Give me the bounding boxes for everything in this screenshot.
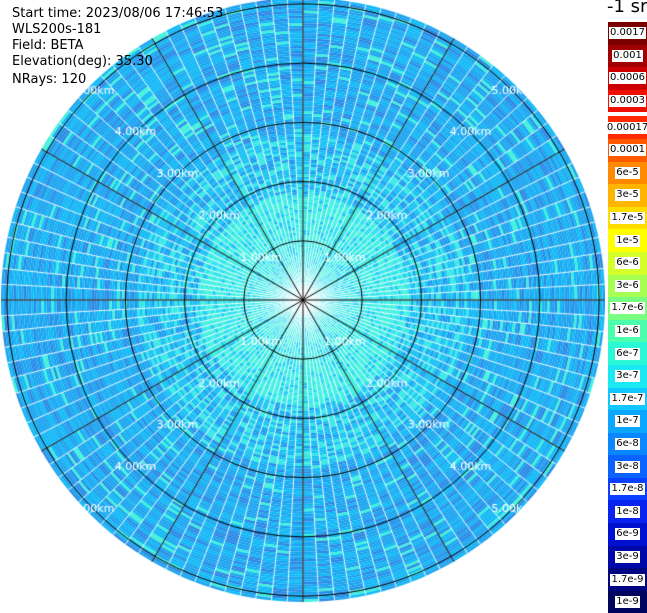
colorbar-bin: 0.00017 xyxy=(605,116,647,139)
colorbar-tick-label: 1.7e-6 xyxy=(610,302,645,315)
colorbar-tick-label: 1e-9 xyxy=(615,596,640,609)
colorbar-tick-label: 0.0003 xyxy=(609,95,646,108)
colorbar-tick-label: 1.7e-9 xyxy=(610,573,645,586)
start-time-label: Start time: 2023/08/06 17:46:53 xyxy=(12,6,224,21)
nrays-label: NRays: 120 xyxy=(12,72,87,87)
colorbar-bin: 0.0003 xyxy=(608,89,647,113)
colorbar-tick-label: 3e-6 xyxy=(615,279,640,292)
colorbar-tick-label: 0.001 xyxy=(612,49,643,62)
colorbar-bin: 0.0017 xyxy=(608,22,647,45)
colorbar-tick-label: 0.0001 xyxy=(609,144,646,157)
colorbar-tick-label: 0.0006 xyxy=(609,72,646,85)
colorbar-bin: 6e-6 xyxy=(608,251,647,275)
colorbar-bin: 1e-7 xyxy=(608,410,647,433)
colorbar-tick-label: 3e-7 xyxy=(615,370,640,383)
instrument-label: WLS200s-181 xyxy=(12,22,102,37)
colorbar-tick-label: 1e-8 xyxy=(615,505,640,518)
colorbar-tick-label: 0.00017 xyxy=(605,121,647,134)
colorbar-bin: 3e-6 xyxy=(608,274,647,298)
colorbar-bin: 3e-7 xyxy=(608,364,647,388)
colorbar-bin: 1.7e-9 xyxy=(608,568,647,591)
colorbar-bin: 1e-8 xyxy=(608,500,647,524)
colorbar-bin: 1.7e-7 xyxy=(608,387,647,411)
colorbar-tick-label: 3e-5 xyxy=(615,189,640,202)
colorbar-tick-label: 1e-7 xyxy=(615,415,640,428)
colorbar-tick-label: 6e-9 xyxy=(615,528,640,541)
colorbar-tick-label: 3e-8 xyxy=(615,460,640,473)
field-label: Field: BETA xyxy=(12,38,84,53)
colorbar-bin: 3e-9 xyxy=(608,545,647,569)
colorbar-bin: 6e-7 xyxy=(608,342,647,365)
colorbar-bin: 1e-6 xyxy=(608,319,647,343)
colorbar-bin: 6e-8 xyxy=(608,432,647,456)
colorbar-bin: 1e-5 xyxy=(608,229,647,252)
colorbar-bin: 1.7e-5 xyxy=(608,206,647,230)
elevation-label: Elevation(deg): 35.30 xyxy=(12,54,153,69)
colorbar: 0.0017 0.001 0.0006 0.0003 0.00017 0.0001 6e-5… xyxy=(605,22,647,613)
colorbar-bin: 0.0006 xyxy=(608,67,647,90)
colorbar-bin: 0.001 xyxy=(608,44,647,68)
colorbar-bin: 6e-5 xyxy=(608,161,647,185)
colorbar-tick-label: 1.7e-5 xyxy=(610,212,645,225)
colorbar-tick-label: 1.7e-7 xyxy=(610,392,645,405)
colorbar-bin: 1e-9 xyxy=(608,590,647,613)
colorbar-tick-label: 0.0017 xyxy=(609,27,646,40)
colorbar-units: -1 sr xyxy=(607,0,647,17)
colorbar-tick-label: 1e-6 xyxy=(615,325,640,338)
colorbar-bin: 0.0001 xyxy=(608,138,647,162)
colorbar-bin: 6e-9 xyxy=(608,523,647,546)
colorbar-bin: 1.7e-6 xyxy=(608,297,647,320)
colorbar-bin: 3e-8 xyxy=(608,455,647,478)
colorbar-tick-label: 1.7e-8 xyxy=(610,483,645,496)
colorbar-tick-label: 3e-9 xyxy=(615,550,640,563)
colorbar-tick-label: 6e-8 xyxy=(615,437,640,450)
colorbar-tick-label: 6e-7 xyxy=(615,347,640,360)
colorbar-tick-label: 1e-5 xyxy=(615,234,640,247)
colorbar-tick-label: 6e-5 xyxy=(615,166,640,179)
ppi-scan-plot xyxy=(0,0,605,607)
colorbar-tick-label: 6e-6 xyxy=(615,257,640,270)
colorbar-bin: 3e-5 xyxy=(608,184,647,207)
colorbar-bin: 1.7e-8 xyxy=(608,477,647,501)
